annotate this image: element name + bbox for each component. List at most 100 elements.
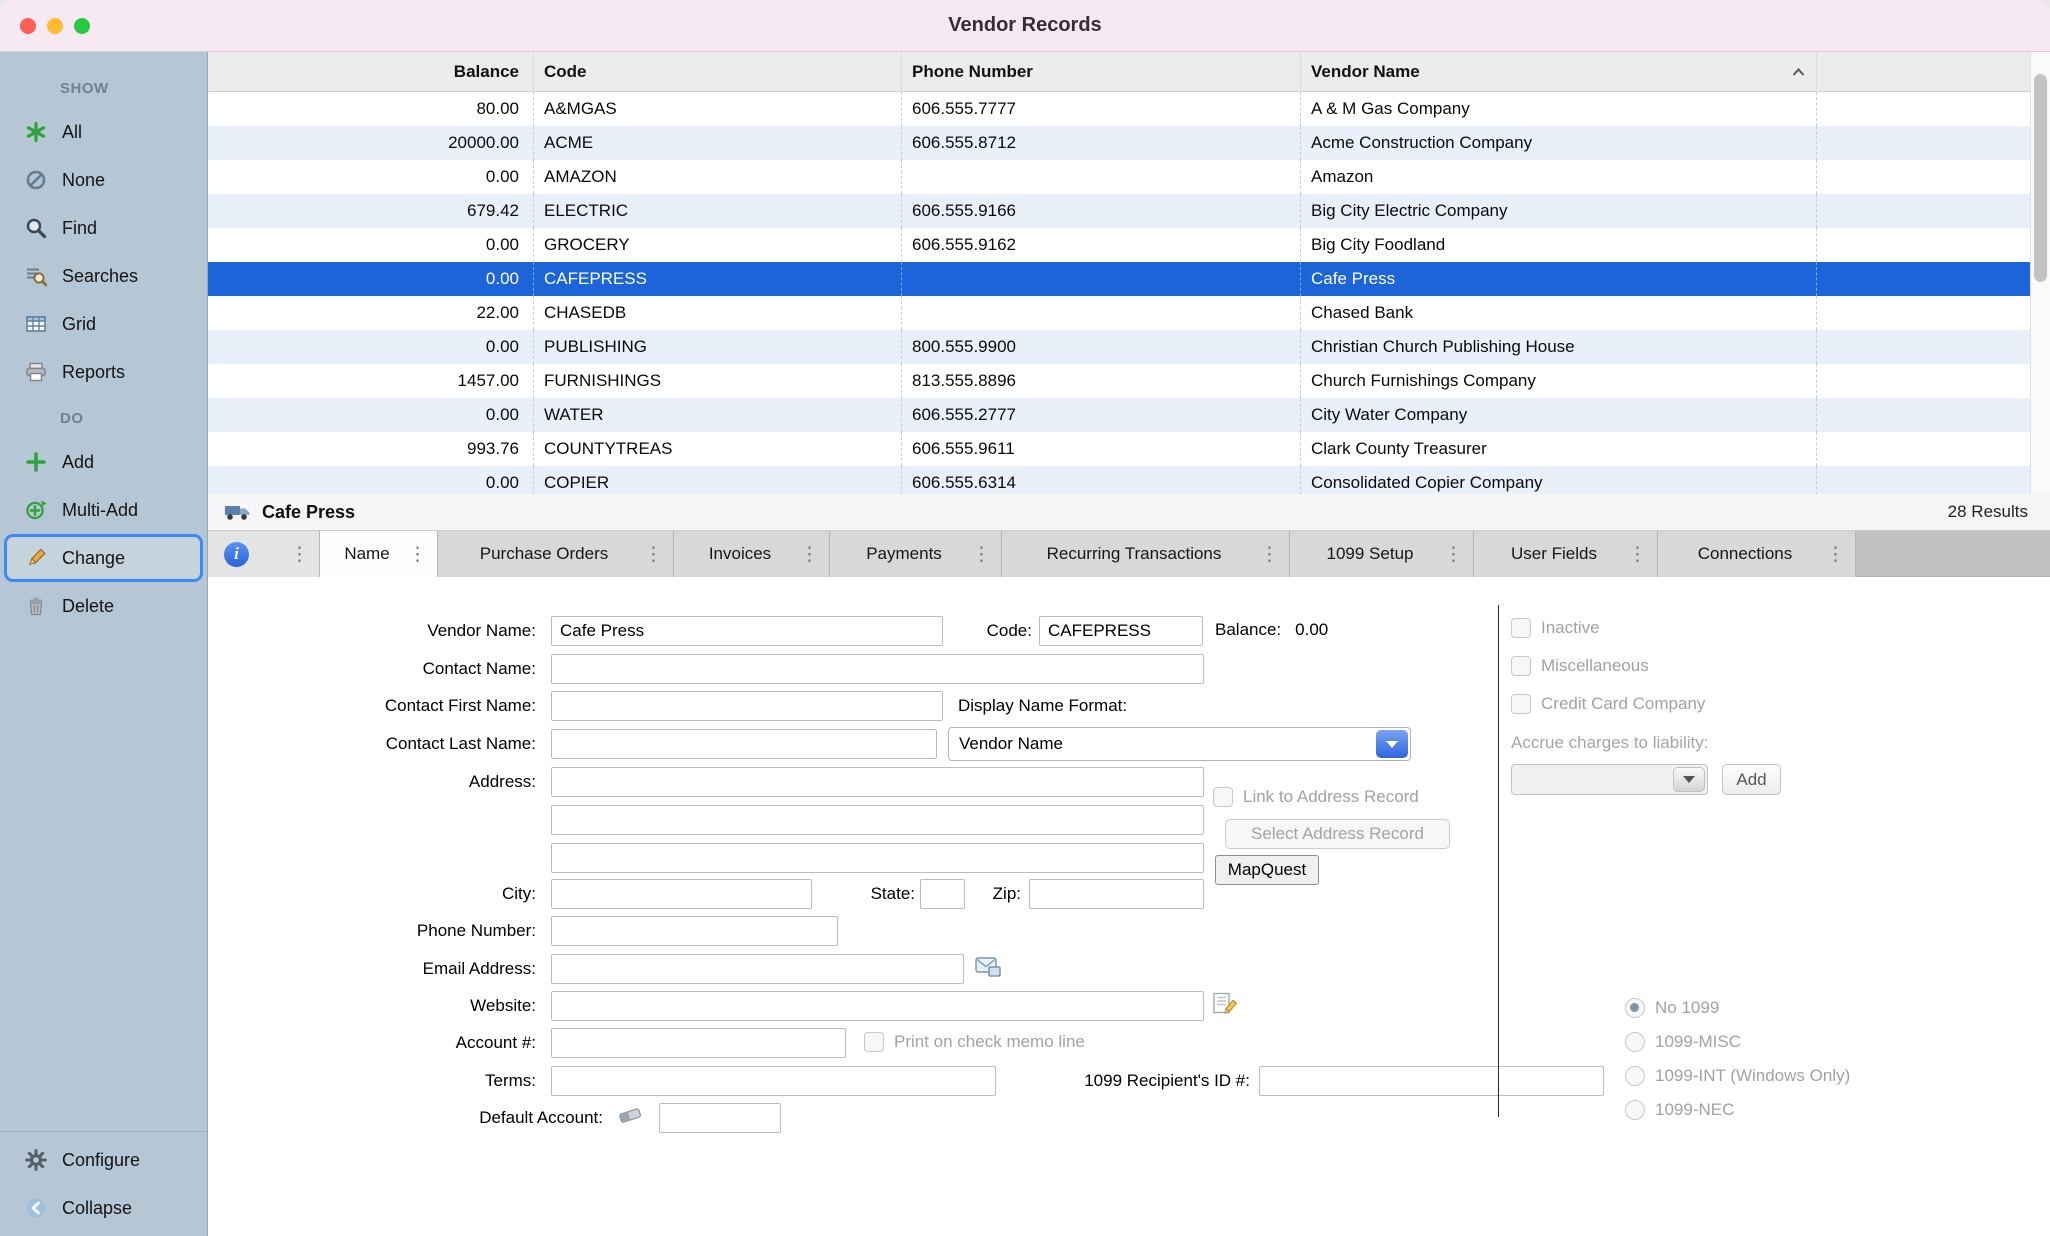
contact-first-name-input[interactable] [551,691,943,721]
sidebar-item-delete[interactable]: Delete [4,582,203,630]
vertical-scrollbar[interactable] [2030,52,2050,494]
cell-vendor: Clark County Treasurer [1301,432,1817,466]
display-name-format-select[interactable]: Vendor Name [948,727,1411,761]
tab-menu-icon[interactable]: ⋮ [1826,543,1845,566]
sidebar-item-searches[interactable]: Searches [4,252,203,300]
default-account-input[interactable] [659,1103,781,1133]
address-line3-input[interactable] [551,843,1204,873]
cell-vendor: Cafe Press [1301,262,1817,296]
record-info-segment[interactable]: i ⋮ [208,531,320,577]
terms-input[interactable] [551,1066,996,1096]
recipient-id-input[interactable] [1259,1066,1604,1096]
address-label: Address: [248,771,536,793]
1099-nec-radio[interactable] [1625,1100,1645,1120]
inactive-checkbox[interactable] [1511,618,1531,638]
cell-code: ACME [534,126,902,160]
table-row[interactable]: 0.00 COPIER 606.555.6314 Consolidated Co… [208,466,2030,494]
tab-label: Name [336,544,398,564]
column-header-balance[interactable]: Balance [208,52,534,91]
table-row[interactable]: 20000.00 ACME 606.555.8712 Acme Construc… [208,126,2030,160]
email-icon[interactable] [975,956,1002,985]
phone-number-label: Phone Number: [248,920,536,942]
mapquest-button[interactable]: MapQuest [1215,855,1319,885]
column-header-vendor-name[interactable]: Vendor Name [1301,52,1817,91]
table-row[interactable]: 0.00 WATER 606.555.2777 City Water Compa… [208,398,2030,432]
info-icon[interactable]: i [224,542,249,567]
cell-vendor: Church Furnishings Company [1301,364,1817,398]
table-header-row: Balance Code Phone Number Vendor Name [208,52,2030,92]
no-1099-radio[interactable] [1625,998,1645,1018]
address-line1-input[interactable] [551,767,1204,797]
select-address-record-button[interactable]: Select Address Record [1225,819,1450,849]
tab-menu-icon[interactable]: ⋮ [972,543,991,566]
tab-menu-icon[interactable]: ⋮ [800,543,819,566]
tab-menu-icon[interactable]: ⋮ [1260,543,1279,566]
sidebar-item-none[interactable]: None [4,156,203,204]
table-row[interactable]: 679.42 ELECTRIC 606.555.9166 Big City El… [208,194,2030,228]
sidebar-footer: Configure Collapse [0,1131,207,1232]
1099-int-radio-row: 1099-INT (Windows Only) [1625,1066,1850,1086]
segment-menu-icon[interactable]: ⋮ [290,543,309,566]
tab-user-fields[interactable]: User Fields ⋮ [1474,531,1658,577]
link-address-record-checkbox[interactable] [1213,787,1233,807]
tab-menu-icon[interactable]: ⋮ [1628,543,1647,566]
sidebar-item-configure[interactable]: Configure [4,1136,203,1184]
link-address-record-checkbox-row: Link to Address Record [1213,787,1419,807]
tab-1099-setup[interactable]: 1099 Setup ⋮ [1290,531,1474,577]
cell-extra [1817,194,2030,228]
sidebar-item-find[interactable]: Find [4,204,203,252]
email-address-input[interactable] [551,954,964,984]
1099-int-radio[interactable] [1625,1066,1645,1086]
sidebar-item-change[interactable]: Change [4,534,203,582]
print-memo-checkbox[interactable] [864,1032,884,1052]
accrue-liability-select[interactable] [1511,764,1708,795]
tab-payments[interactable]: Payments ⋮ [830,531,1002,577]
table-row-selected[interactable]: 0.00 CAFEPRESS Cafe Press [208,262,2030,296]
website-input[interactable] [551,991,1204,1021]
table-row[interactable]: 0.00 GROCERY 606.555.9162 Big City Foodl… [208,228,2030,262]
sidebar-item-label: Searches [62,266,138,287]
address-line2-input[interactable] [551,805,1204,835]
scrollbar-thumb[interactable] [2034,74,2047,282]
vendor-name-input[interactable] [551,616,943,646]
table-row[interactable]: 993.76 COUNTYTREAS 606.555.9611 Clark Co… [208,432,2030,466]
credit-card-checkbox[interactable] [1511,694,1531,714]
cell-phone: 606.555.8712 [902,126,1301,160]
asterisk-icon [21,121,51,143]
tab-recurring-transactions[interactable]: Recurring Transactions ⋮ [1002,531,1290,577]
tab-connections[interactable]: Connections ⋮ [1658,531,1856,577]
sidebar-item-grid[interactable]: Grid [4,300,203,348]
zip-input[interactable] [1029,879,1204,909]
accrue-add-button[interactable]: Add [1722,764,1781,795]
sidebar-item-multi-add[interactable]: Multi-Add [4,486,203,534]
tab-purchase-orders[interactable]: Purchase Orders ⋮ [438,531,674,577]
table-row[interactable]: 1457.00 FURNISHINGS 813.555.8896 Church … [208,364,2030,398]
table-row[interactable]: 80.00 A&MGAS 606.555.7777 A & M Gas Comp… [208,92,2030,126]
account-number-input[interactable] [551,1028,846,1058]
sidebar-item-all[interactable]: All [4,108,203,156]
cell-vendor: Big City Electric Company [1301,194,1817,228]
name-tab-form: Vendor Name: Code: Balance: 0.00 Contact… [208,577,2050,1236]
table-row[interactable]: 0.00 AMAZON Amazon [208,160,2030,194]
tab-name[interactable]: Name ⋮ [320,531,438,577]
1099-misc-radio[interactable] [1625,1032,1645,1052]
tab-menu-icon[interactable]: ⋮ [644,543,663,566]
table-row[interactable]: 0.00 PUBLISHING 800.555.9900 Christian C… [208,330,2030,364]
sidebar-item-reports[interactable]: Reports [4,348,203,396]
link-address-record-label: Link to Address Record [1243,787,1419,807]
code-input[interactable] [1039,616,1203,646]
column-header-phone[interactable]: Phone Number [902,52,1301,91]
website-icon[interactable] [1212,992,1238,1023]
contact-last-name-input[interactable] [551,729,937,759]
sidebar-item-add[interactable]: Add [4,438,203,486]
table-row[interactable]: 22.00 CHASEDB Chased Bank [208,296,2030,330]
contact-name-input[interactable] [551,654,1204,684]
column-header-code[interactable]: Code [534,52,902,91]
sidebar-item-collapse[interactable]: Collapse [4,1184,203,1232]
eraser-icon[interactable] [616,1104,646,1131]
tab-invoices[interactable]: Invoices ⋮ [674,531,830,577]
miscellaneous-checkbox[interactable] [1511,656,1531,676]
tab-menu-icon[interactable]: ⋮ [1444,543,1463,566]
phone-number-input[interactable] [551,916,838,946]
tab-menu-icon[interactable]: ⋮ [408,543,427,566]
